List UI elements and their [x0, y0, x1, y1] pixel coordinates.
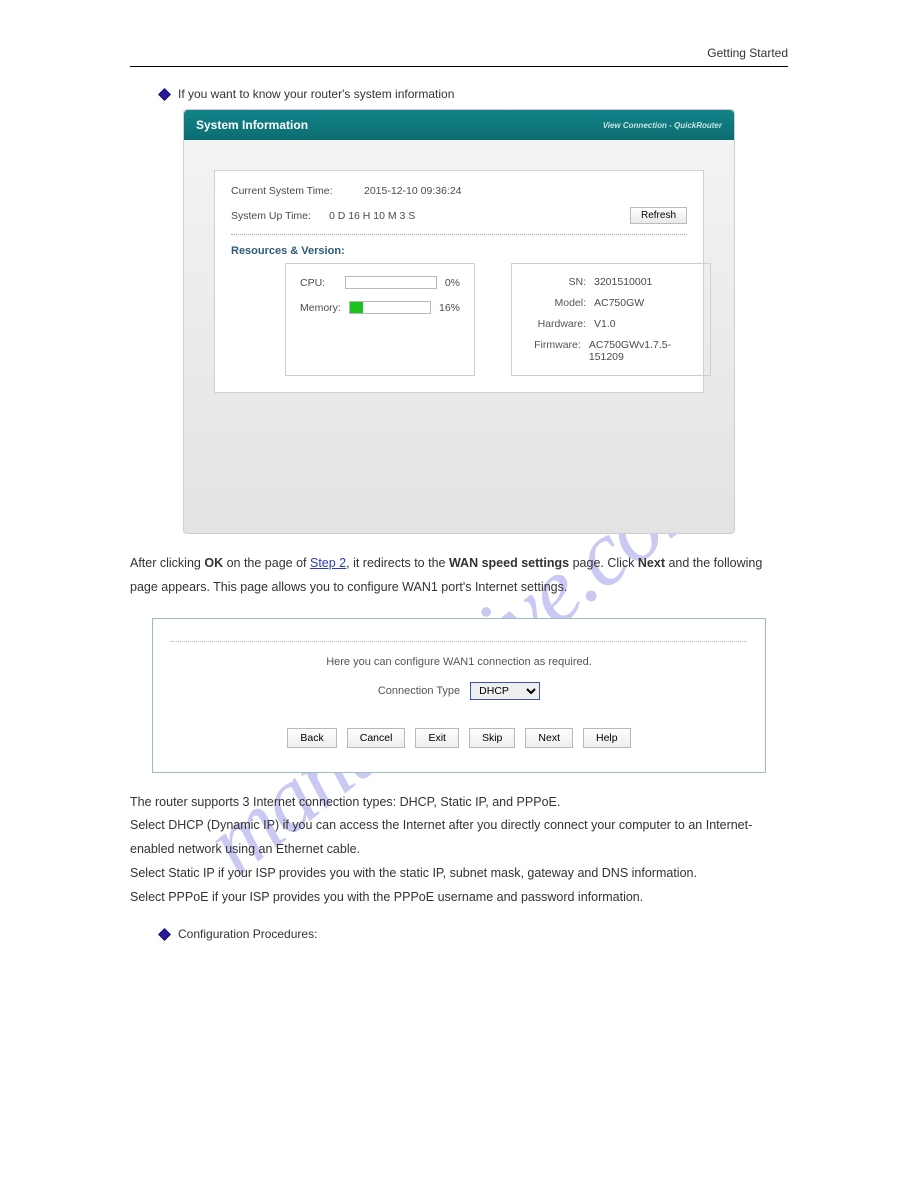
- memory-percent: 16%: [439, 302, 460, 314]
- diamond-icon: [158, 928, 171, 941]
- paragraph-connection-types: The router supports 3 Internet connectio…: [130, 791, 788, 910]
- next-button[interactable]: Next: [525, 728, 573, 748]
- firmware-value: AC750GWv1.7.5-151209: [589, 339, 696, 363]
- divider: [130, 66, 788, 67]
- memory-meter: [349, 301, 431, 314]
- sn-label: SN:: [526, 276, 586, 288]
- wan1-config-panel: Here you can configure WAN1 connection a…: [152, 618, 766, 773]
- bullet-sysinfo: If you want to know your router's system…: [160, 87, 788, 101]
- cancel-button[interactable]: Cancel: [347, 728, 406, 748]
- brand-text: View Connection - QuickRouter: [603, 121, 722, 130]
- firmware-label: Firmware:: [526, 339, 581, 363]
- resources-box: CPU: 0% Memory: 16%: [285, 263, 475, 376]
- sysinfo-title: System Information: [196, 118, 308, 132]
- memory-label: Memory:: [300, 302, 341, 314]
- skip-button[interactable]: Skip: [469, 728, 515, 748]
- help-button[interactable]: Help: [583, 728, 631, 748]
- current-time-value: 2015-12-10 09:36:24: [364, 185, 462, 197]
- hardware-value: V1.0: [594, 318, 616, 330]
- refresh-button[interactable]: Refresh: [630, 207, 687, 224]
- bullet-config-procedures: Configuration Procedures:: [160, 927, 788, 941]
- cpu-meter: [345, 276, 436, 289]
- diamond-icon: [158, 88, 171, 101]
- header-chapter: Getting Started: [707, 46, 788, 60]
- sn-value: 3201510001: [594, 276, 652, 288]
- current-time-label: Current System Time:: [231, 185, 346, 197]
- back-button[interactable]: Back: [287, 728, 336, 748]
- connection-type-label: Connection Type: [378, 685, 460, 697]
- paragraph-wan-intro: After clicking OK on the page of Step 2,…: [130, 552, 788, 600]
- wan1-description: Here you can configure WAN1 connection a…: [171, 656, 747, 668]
- sysinfo-header: System Information View Connection - Qui…: [184, 110, 734, 140]
- bullet-text: If you want to know your router's system…: [178, 87, 454, 101]
- uptime-label: System Up Time:: [231, 210, 311, 222]
- dotted-divider: [231, 234, 687, 235]
- sysinfo-inner-panel: Current System Time: 2015-12-10 09:36:24…: [214, 170, 704, 393]
- connection-type-select[interactable]: DHCP: [470, 682, 540, 700]
- uptime-value: 0 D 16 H 10 M 3 S: [329, 210, 415, 222]
- model-value: AC750GW: [594, 297, 644, 309]
- step2-link[interactable]: Step 2: [310, 556, 346, 570]
- version-box: SN: 3201510001 Model: AC750GW Hardware: V1.…: [511, 263, 711, 376]
- wan1-dotted-top: [171, 641, 747, 642]
- model-label: Model:: [526, 297, 586, 309]
- cpu-label: CPU:: [300, 277, 337, 289]
- resources-version-title: Resources & Version:: [231, 245, 687, 257]
- hardware-label: Hardware:: [526, 318, 586, 330]
- system-information-panel: System Information View Connection - Qui…: [183, 109, 735, 534]
- bullet-text: Configuration Procedures:: [178, 927, 317, 941]
- cpu-percent: 0%: [445, 277, 460, 289]
- exit-button[interactable]: Exit: [415, 728, 459, 748]
